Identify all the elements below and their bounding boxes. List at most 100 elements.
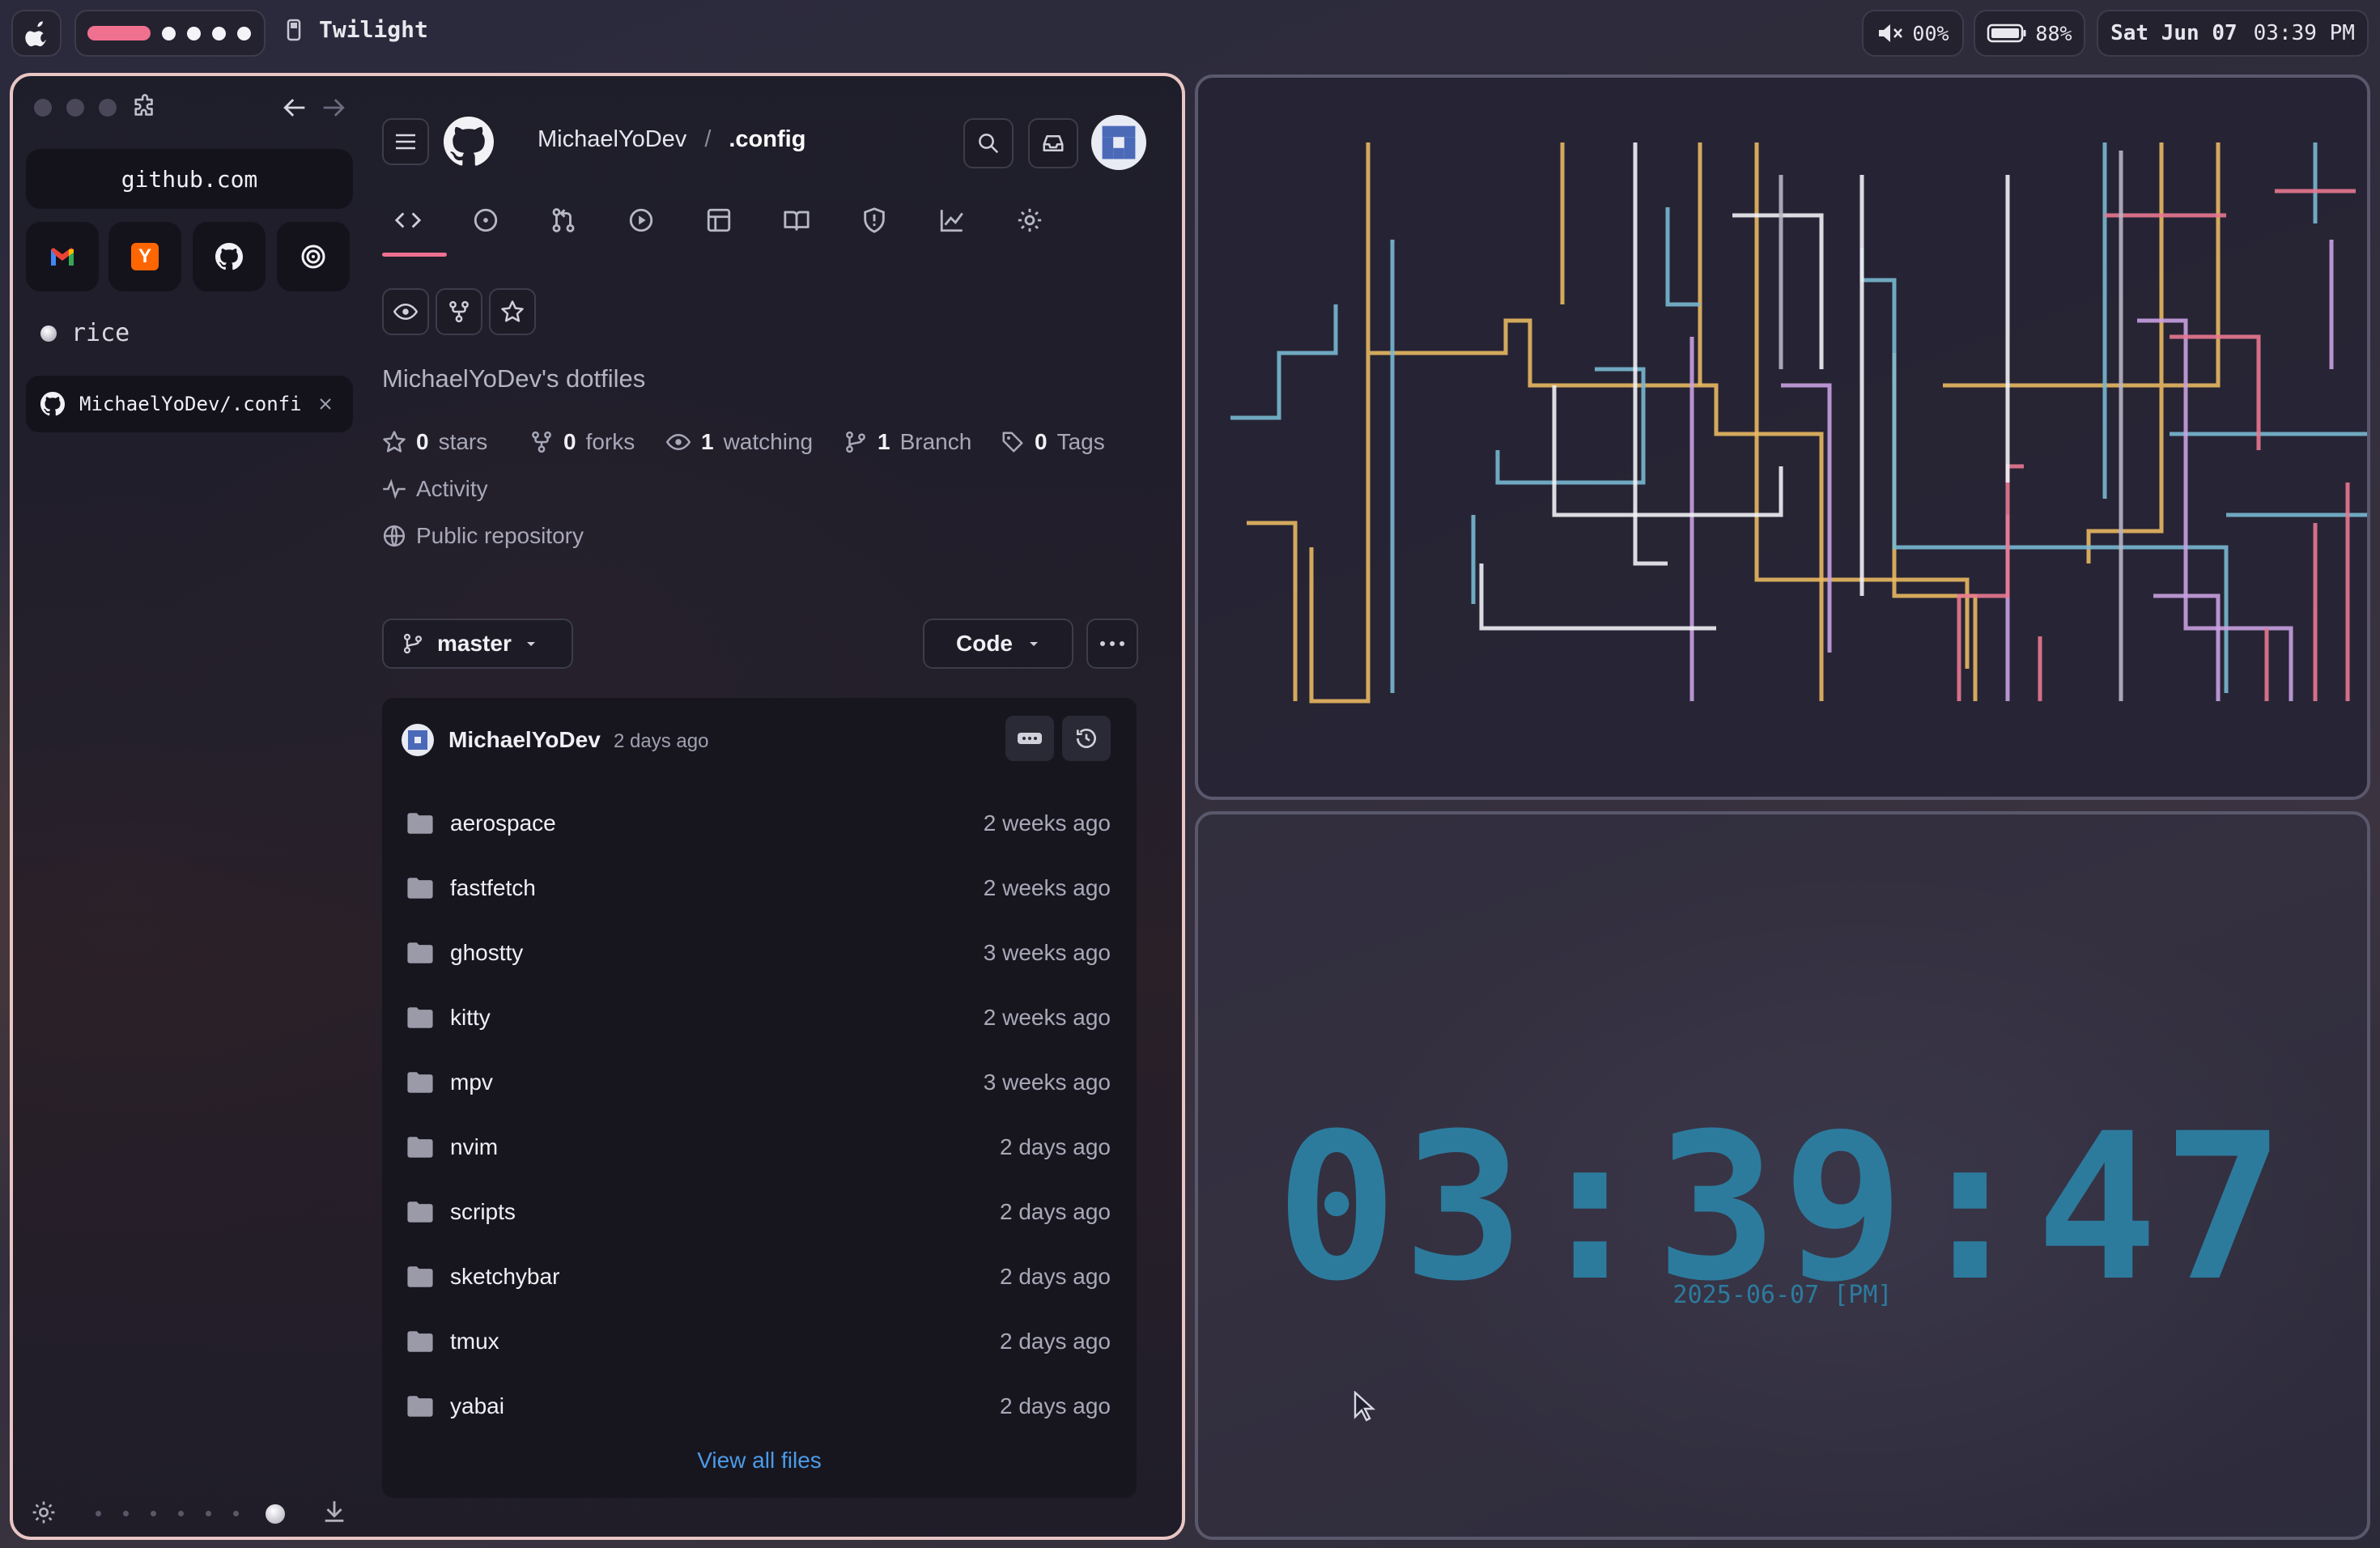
volume-indicator[interactable]: 00% <box>1862 10 1964 57</box>
file-row[interactable]: fastfetch 2 weeks ago <box>382 857 1137 921</box>
file-name[interactable]: yabai <box>450 1393 504 1419</box>
tab-github-config[interactable]: MichaelYoDev/.config <box>26 376 353 432</box>
activity-link[interactable]: Activity <box>382 476 488 502</box>
file-row[interactable]: sketchybar 2 days ago <box>382 1245 1137 1310</box>
tab-actions[interactable] <box>623 202 659 238</box>
branch-selector[interactable]: master <box>382 619 573 669</box>
file-row[interactable]: ghostty 3 weeks ago <box>382 921 1137 986</box>
clock-terminal-window[interactable]: 03:39:47 2025-06-07 [PM] <box>1195 811 2370 1540</box>
commit-history-button[interactable] <box>1062 716 1111 761</box>
favorite-github[interactable] <box>193 222 266 291</box>
workspace-5[interactable] <box>237 26 251 40</box>
star-outline-icon <box>383 431 406 453</box>
file-name[interactable]: ghostty <box>450 940 523 966</box>
close-tab-icon[interactable] <box>317 396 334 412</box>
favorite-gmail[interactable] <box>26 222 99 291</box>
openai-icon <box>301 245 325 269</box>
pipes-animation <box>1230 142 2367 704</box>
branch-name: master <box>437 631 512 656</box>
view-all-files-link[interactable]: View all files <box>382 1448 1137 1474</box>
space-label[interactable]: rice <box>40 319 130 347</box>
workspace-4[interactable] <box>212 26 226 40</box>
code-button[interactable]: Code <box>923 619 1073 669</box>
stars-stat[interactable]: 0 stars <box>382 429 487 455</box>
file-name[interactable]: scripts <box>450 1199 516 1225</box>
tab-security[interactable] <box>856 202 892 238</box>
file-name[interactable]: aerospace <box>450 810 556 836</box>
date-label: Sat Jun 07 <box>2110 21 2238 45</box>
watching-stat[interactable]: 1 watching <box>665 429 813 455</box>
file-name[interactable]: tmux <box>450 1329 499 1354</box>
pipes-terminal-window[interactable] <box>1195 74 2370 800</box>
battery-indicator[interactable]: 88% <box>1974 10 2085 57</box>
url-bar[interactable]: github.com <box>26 149 353 209</box>
file-name[interactable]: nvim <box>450 1134 498 1160</box>
file-row[interactable]: kitty 2 weeks ago <box>382 986 1137 1051</box>
extensions-icon[interactable] <box>131 94 159 121</box>
file-name[interactable]: sketchybar <box>450 1264 559 1290</box>
tab-insights[interactable] <box>934 202 970 238</box>
close-window-button[interactable] <box>34 99 52 117</box>
forward-arrow-icon[interactable] <box>319 96 346 120</box>
workspace-3[interactable] <box>187 26 201 40</box>
active-space-dot[interactable] <box>266 1504 285 1524</box>
hamburger-menu-button[interactable] <box>382 118 429 165</box>
star-button[interactable] <box>489 288 536 335</box>
tab-wiki[interactable] <box>779 202 814 238</box>
apple-menu-button[interactable] <box>11 10 62 57</box>
file-name[interactable]: mpv <box>450 1070 493 1095</box>
zoom-window-button[interactable] <box>99 99 117 117</box>
download-icon[interactable] <box>321 1498 348 1525</box>
repo-name-link[interactable]: .config <box>729 126 805 153</box>
repo-owner-link[interactable]: MichaelYoDev <box>538 126 686 153</box>
tags-stat[interactable]: 0 Tags <box>1001 429 1105 455</box>
file-row[interactable]: scripts 2 days ago <box>382 1180 1137 1245</box>
tab-settings[interactable] <box>1012 202 1048 238</box>
file-row[interactable]: tmux 2 days ago <box>382 1310 1137 1375</box>
settings-icon[interactable] <box>31 1499 57 1525</box>
folder-icon <box>407 813 433 834</box>
stars-count: 0 <box>416 429 429 454</box>
date-time[interactable]: Sat Jun 07 03:39 PM <box>2097 10 2369 57</box>
commit-time: 2 days ago <box>614 730 709 752</box>
back-arrow-icon[interactable] <box>282 96 309 120</box>
github-logo-icon[interactable] <box>444 117 494 167</box>
pipe-line <box>1665 207 2367 693</box>
watch-button[interactable] <box>382 288 429 335</box>
tab-projects[interactable] <box>701 202 737 238</box>
space-dot[interactable] <box>123 1511 129 1516</box>
file-row[interactable]: nvim 2 days ago <box>382 1116 1137 1180</box>
commit-author[interactable]: MichaelYoDev <box>448 727 601 753</box>
space-dot[interactable] <box>206 1511 211 1516</box>
file-row[interactable]: yabai 2 days ago <box>382 1375 1137 1440</box>
favorite-chatgpt[interactable] <box>277 222 350 291</box>
commit-avatar[interactable] <box>402 724 434 756</box>
file-row[interactable]: mpv 3 weeks ago <box>382 1051 1137 1116</box>
file-name[interactable]: kitty <box>450 1005 491 1031</box>
user-avatar[interactable] <box>1091 115 1146 170</box>
favorite-hacker-news[interactable]: Y <box>108 222 181 291</box>
file-name[interactable]: fastfetch <box>450 875 536 901</box>
space-dot[interactable] <box>151 1511 156 1516</box>
branch-stat[interactable]: 1 Branch <box>844 429 971 455</box>
breadcrumb-separator: / <box>704 126 712 152</box>
file-row[interactable]: aerospace 2 weeks ago <box>382 792 1137 857</box>
commit-message-toggle[interactable] <box>1005 716 1054 761</box>
space-dot[interactable] <box>233 1511 239 1516</box>
tab-code[interactable] <box>390 202 426 238</box>
fork-button[interactable] <box>436 288 482 335</box>
folder-icon <box>407 1331 433 1352</box>
tab-pull-requests[interactable] <box>546 202 581 238</box>
workspace-1-active[interactable] <box>87 26 151 40</box>
space-dot[interactable] <box>178 1511 184 1516</box>
forks-stat[interactable]: 0 forks <box>529 429 635 455</box>
space-dot[interactable] <box>96 1511 101 1516</box>
inbox-button[interactable] <box>1028 118 1078 168</box>
minimize-window-button[interactable] <box>66 99 84 117</box>
tab-issues[interactable] <box>468 202 504 238</box>
workspace-2[interactable] <box>162 26 176 40</box>
search-button[interactable] <box>963 118 1014 168</box>
file-date: 2 days ago <box>1000 1199 1111 1224</box>
more-options-button[interactable] <box>1086 619 1138 669</box>
pulse-icon <box>383 478 406 500</box>
